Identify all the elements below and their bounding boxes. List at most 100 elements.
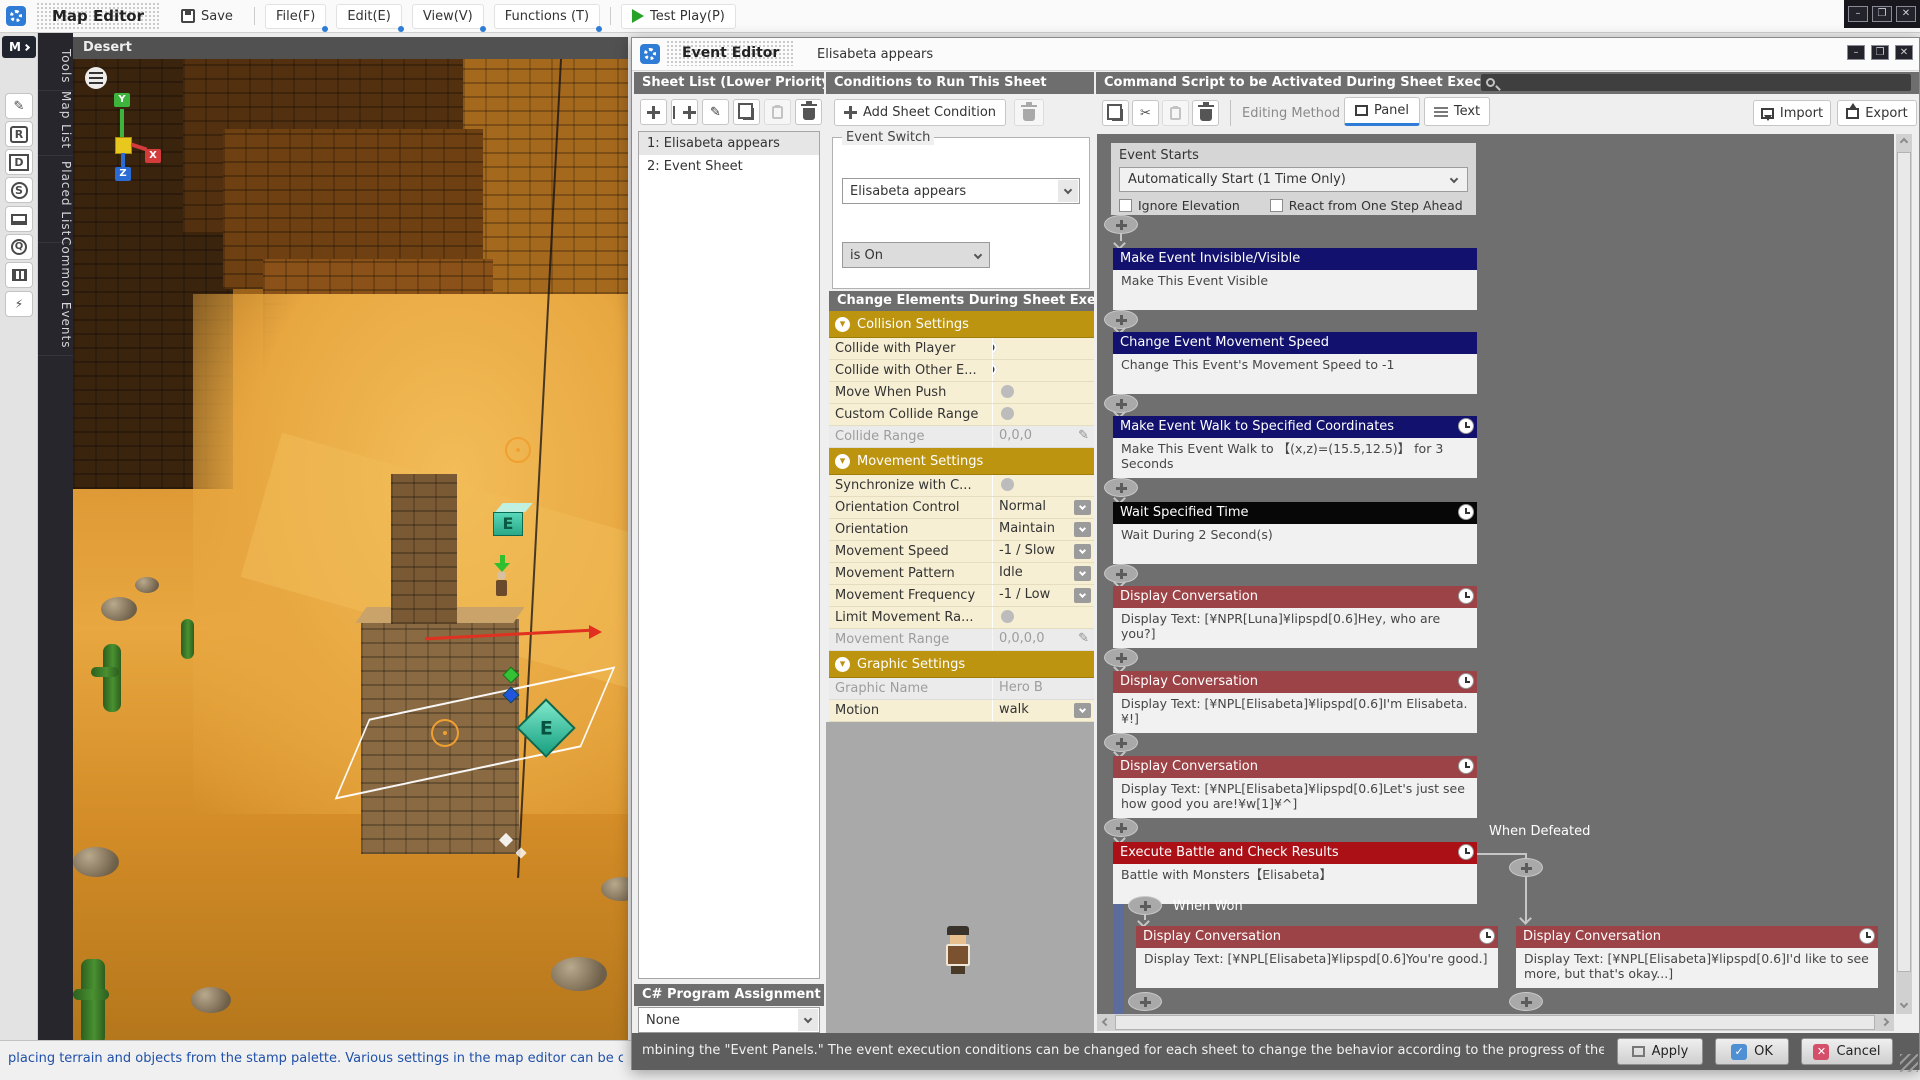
minimize-button[interactable]: – — [1848, 6, 1868, 22]
tab-map-list[interactable]: Map List — [38, 85, 73, 156]
tab-common-events[interactable]: Common Events — [38, 231, 73, 356]
cmd-copy-button[interactable] — [1102, 100, 1129, 126]
layout-card-button[interactable] — [5, 262, 33, 288]
delete-condition-button[interactable] — [1014, 99, 1044, 126]
chevron-down-icon[interactable] — [798, 1009, 818, 1031]
insert-node[interactable] — [1104, 818, 1138, 842]
rename-sheet-button[interactable]: ✎ — [702, 99, 729, 125]
dropdown-button[interactable] — [1074, 588, 1091, 603]
menu-view[interactable]: View(V) — [412, 4, 484, 29]
csharp-select[interactable]: None — [638, 1007, 820, 1033]
display-button[interactable] — [5, 206, 33, 232]
dropdown-button[interactable] — [1074, 500, 1091, 515]
paste-sheet-button[interactable] — [764, 99, 791, 125]
collision-section-header[interactable]: ▾Collision Settings — [829, 311, 1094, 338]
insert-node[interactable] — [1104, 564, 1138, 586]
editor-minimize-button[interactable]: – — [1847, 45, 1865, 60]
event-switch-select[interactable]: Elisabeta appears — [842, 178, 1080, 204]
command-panel[interactable]: Make Event Walk to Specified Coordinates… — [1113, 416, 1477, 478]
switch-button[interactable]: S — [5, 177, 33, 203]
scrollbar-thumb[interactable] — [1115, 1015, 1875, 1030]
copy-sheet-button[interactable] — [733, 99, 760, 125]
dropdown-button[interactable] — [1074, 522, 1091, 537]
cmd-paste-button[interactable] — [1162, 100, 1189, 126]
switch-state-select[interactable]: is On — [842, 242, 990, 268]
add-sheet-condition-button[interactable]: Add Sheet Condition — [834, 99, 1006, 126]
insert-node[interactable] — [1509, 858, 1543, 878]
close-button[interactable]: ✕ — [1896, 6, 1916, 22]
medal-button[interactable]: Q — [5, 234, 33, 260]
text-mode-button[interactable]: Text — [1424, 97, 1490, 126]
ignore-elevation-checkbox[interactable]: Ignore Elevation — [1119, 198, 1240, 213]
command-canvas[interactable]: Event Starts Automatically Start (1 Time… — [1097, 134, 1894, 1014]
command-panel[interactable]: Display ConversationDisplay Text: [¥NPL[… — [1136, 926, 1498, 988]
stamp-edit-button[interactable]: ✎ — [5, 93, 33, 119]
scroll-left-icon[interactable] — [1102, 1018, 1110, 1026]
vertical-scrollbar[interactable] — [1896, 134, 1912, 1014]
editor-close-button[interactable]: ✕ — [1895, 45, 1913, 60]
menu-functions[interactable]: Functions (T) — [494, 4, 600, 29]
command-panel[interactable]: Wait Specified TimeWait During 2 Second(… — [1113, 502, 1477, 564]
scroll-up-icon[interactable] — [1900, 138, 1908, 146]
command-panel[interactable]: Display ConversationDisplay Text: [¥NPR[… — [1113, 586, 1477, 648]
command-panel-battle[interactable]: Execute Battle and Check ResultsBattle w… — [1113, 842, 1477, 904]
map-viewport[interactable]: Y X Z E E — [73, 59, 628, 1040]
apply-button[interactable]: Apply — [1617, 1038, 1703, 1065]
resource-button[interactable]: R — [5, 121, 33, 147]
command-panel[interactable]: Display ConversationDisplay Text: [¥NPL[… — [1516, 926, 1878, 988]
sheet-list-item[interactable]: 2: Event Sheet — [639, 155, 819, 178]
chevron-down-icon[interactable] — [1058, 180, 1078, 202]
trigger-select[interactable]: Automatically Start (1 Time Only) — [1119, 167, 1468, 192]
add-sheet-button[interactable] — [640, 99, 667, 125]
insert-node[interactable] — [1104, 394, 1138, 416]
event-marker-cube[interactable]: E — [493, 503, 529, 536]
maximize-button[interactable]: ❐ — [1872, 6, 1892, 22]
delete-sheet-button[interactable] — [795, 99, 822, 125]
cancel-button[interactable]: ✕Cancel — [1801, 1038, 1893, 1065]
export-button[interactable]: Export — [1837, 100, 1917, 126]
command-panel[interactable]: Display ConversationDisplay Text: [¥NPL[… — [1113, 671, 1477, 733]
import-button[interactable]: Import — [1753, 100, 1831, 126]
cmd-cut-button[interactable]: ✂ — [1132, 100, 1159, 126]
menu-file[interactable]: File(F) — [265, 4, 326, 29]
movement-section-header[interactable]: ▾Movement Settings — [829, 448, 1094, 475]
scroll-down-icon[interactable] — [1900, 1000, 1908, 1008]
test-walk-button[interactable]: ⚡ — [5, 291, 33, 317]
command-panel[interactable]: Make Event Invisible/VisibleMake This Ev… — [1113, 248, 1477, 310]
insert-node[interactable] — [1104, 648, 1138, 671]
graphic-section-header[interactable]: ▾Graphic Settings — [829, 651, 1094, 678]
save-button[interactable]: Save — [170, 4, 244, 29]
insert-sheet-button[interactable] — [671, 99, 698, 125]
menu-edit[interactable]: Edit(E) — [336, 4, 402, 29]
insert-node[interactable] — [1104, 215, 1138, 248]
insert-node[interactable] — [1509, 992, 1543, 1014]
panel-mode-button[interactable]: Panel — [1344, 97, 1420, 126]
scrollbar-thumb[interactable] — [1897, 152, 1911, 972]
insert-node[interactable] — [1104, 478, 1138, 502]
insert-node[interactable] — [1128, 896, 1162, 926]
dropdown-button[interactable] — [1074, 566, 1091, 581]
command-search-input[interactable] — [1481, 74, 1911, 91]
insert-node[interactable] — [1104, 310, 1138, 332]
insert-node[interactable] — [1104, 733, 1138, 756]
database-button[interactable]: D — [5, 149, 33, 175]
resize-grip[interactable] — [1900, 1054, 1918, 1072]
command-panel[interactable]: Display ConversationDisplay Text: [¥NPL[… — [1113, 756, 1477, 818]
cmd-delete-button[interactable] — [1192, 100, 1219, 126]
map-mode-button[interactable]: M — [2, 36, 36, 58]
command-panel[interactable]: Change Event Movement SpeedChange This E… — [1113, 332, 1477, 394]
event-editor-titlebar[interactable]: Event Editor Elisabeta appears – ❐ ✕ — [632, 38, 1919, 71]
dropdown-button[interactable] — [1074, 703, 1091, 718]
dropdown-button[interactable] — [1074, 544, 1091, 559]
sheet-list-item[interactable]: 1: Elisabeta appears — [639, 132, 819, 155]
react-one-step-checkbox[interactable]: React from One Step Ahead — [1270, 198, 1463, 213]
editor-maximize-button[interactable]: ❐ — [1871, 45, 1889, 60]
axis-gizmo[interactable]: Y X Z — [93, 93, 163, 183]
test-play-button[interactable]: Test Play(P) — [621, 4, 736, 29]
tab-tools[interactable]: Tools — [38, 43, 73, 91]
insert-node[interactable] — [1128, 992, 1162, 1014]
sheet-list[interactable]: 1: Elisabeta appears 2: Event Sheet — [638, 131, 820, 979]
ok-button[interactable]: ✓OK — [1715, 1038, 1789, 1065]
plus-node-icon[interactable] — [1104, 215, 1138, 234]
viewport-menu-button[interactable] — [85, 67, 107, 89]
